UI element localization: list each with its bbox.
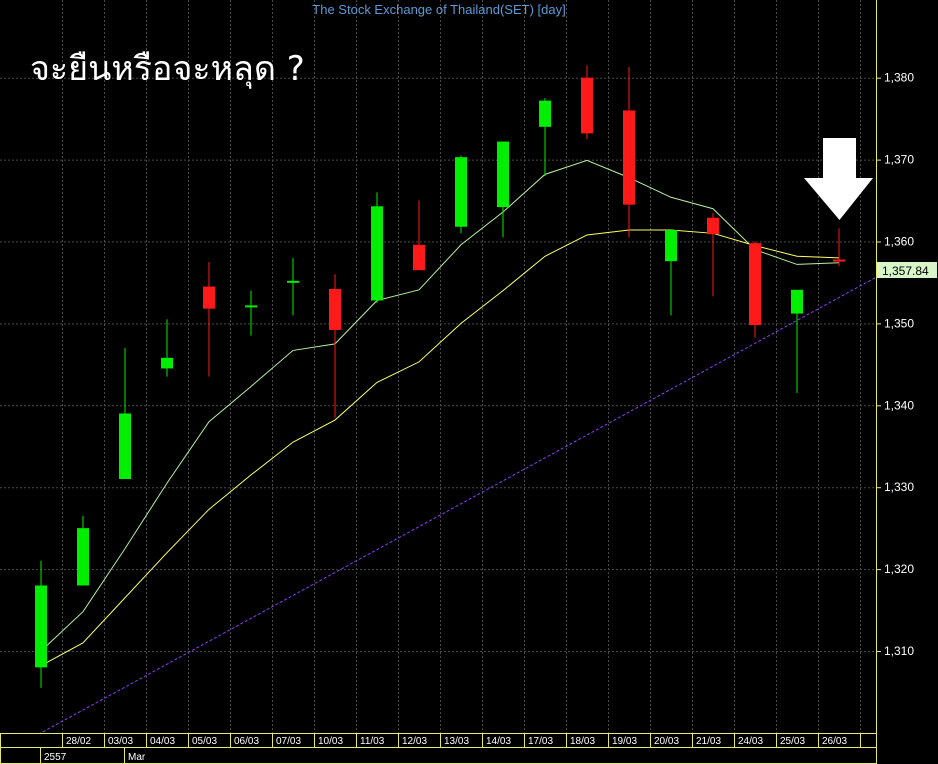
candle-body [791, 289, 803, 314]
date-tick-label: 28/02 [66, 736, 91, 747]
date-tick-label: 05/03 [192, 736, 217, 747]
date-tick-label: 21/03 [696, 736, 721, 747]
candle-body [77, 528, 89, 586]
candle-body [203, 286, 215, 309]
price-tick-label: 1,310 [884, 644, 914, 658]
date-tick-label: 03/03 [108, 736, 133, 747]
month-label: Mar [128, 752, 146, 763]
candle-24/03 [749, 241, 761, 338]
candle-body [161, 357, 173, 369]
date-tick-label: 18/03 [570, 736, 595, 747]
date-tick-label: 12/03 [402, 736, 427, 747]
candle-body [371, 206, 383, 301]
date-tick-label: 24/03 [738, 736, 763, 747]
date-tick-label: 10/03 [318, 736, 343, 747]
date-tick-label: 20/03 [654, 736, 679, 747]
date-tick-label: 06/03 [234, 736, 259, 747]
date-tick-label: 17/03 [528, 736, 553, 747]
price-tick-label: 1,350 [884, 316, 914, 330]
price-tick-label: 1,380 [884, 71, 914, 85]
candle-body [455, 157, 467, 227]
last-value-marker: 1,357.84 [877, 262, 937, 278]
candle-body [329, 289, 341, 330]
price-tick-label: 1,320 [884, 562, 914, 576]
candle-body [707, 217, 719, 235]
candle-13/03 [455, 155, 467, 234]
candle-body [245, 305, 257, 308]
date-tick-label: 04/03 [150, 736, 175, 747]
time-axis: 28/02 03/03 04/03 05/03 06/03 07/03 10/03 11/03… [0, 733, 877, 764]
candle-body [623, 110, 635, 205]
date-tick-label: 13/03 [444, 736, 469, 747]
year-label: 2557 [44, 752, 67, 763]
date-tick-label: 25/03 [780, 736, 805, 747]
candle-body [497, 141, 509, 208]
price-tick-label: 1,360 [884, 235, 914, 249]
candle-body [413, 244, 425, 271]
price-tick-label: 1,340 [884, 398, 914, 412]
date-tick-label: 26/03 [822, 736, 847, 747]
price-tick-label: 1,370 [884, 153, 914, 167]
date-tick-label: 11/03 [360, 736, 385, 747]
candle-11/03 [371, 192, 383, 303]
candle-body [749, 243, 761, 326]
headline-text: จะยืนหรือจะหลุด ? [30, 49, 305, 89]
candle-body [539, 100, 551, 127]
chart-title: The Stock Exchange of Thailand(SET) [day… [312, 2, 565, 17]
candle-body [119, 413, 131, 480]
candle-body [581, 77, 593, 134]
stock-chart: 1,310 1,320 1,330 1,340 1,350 1,360 1,370 1,380… [0, 0, 938, 764]
date-tick-label: 14/03 [486, 736, 511, 747]
date-tick-label: 07/03 [276, 736, 301, 747]
date-tick-label: 19/03 [612, 736, 637, 747]
candle-body [665, 230, 677, 262]
candle-body [833, 259, 845, 262]
price-tick-label: 1,330 [884, 480, 914, 494]
candle-body [35, 585, 47, 668]
candle-body [287, 280, 299, 283]
last-value-label: 1,357.84 [882, 264, 929, 278]
